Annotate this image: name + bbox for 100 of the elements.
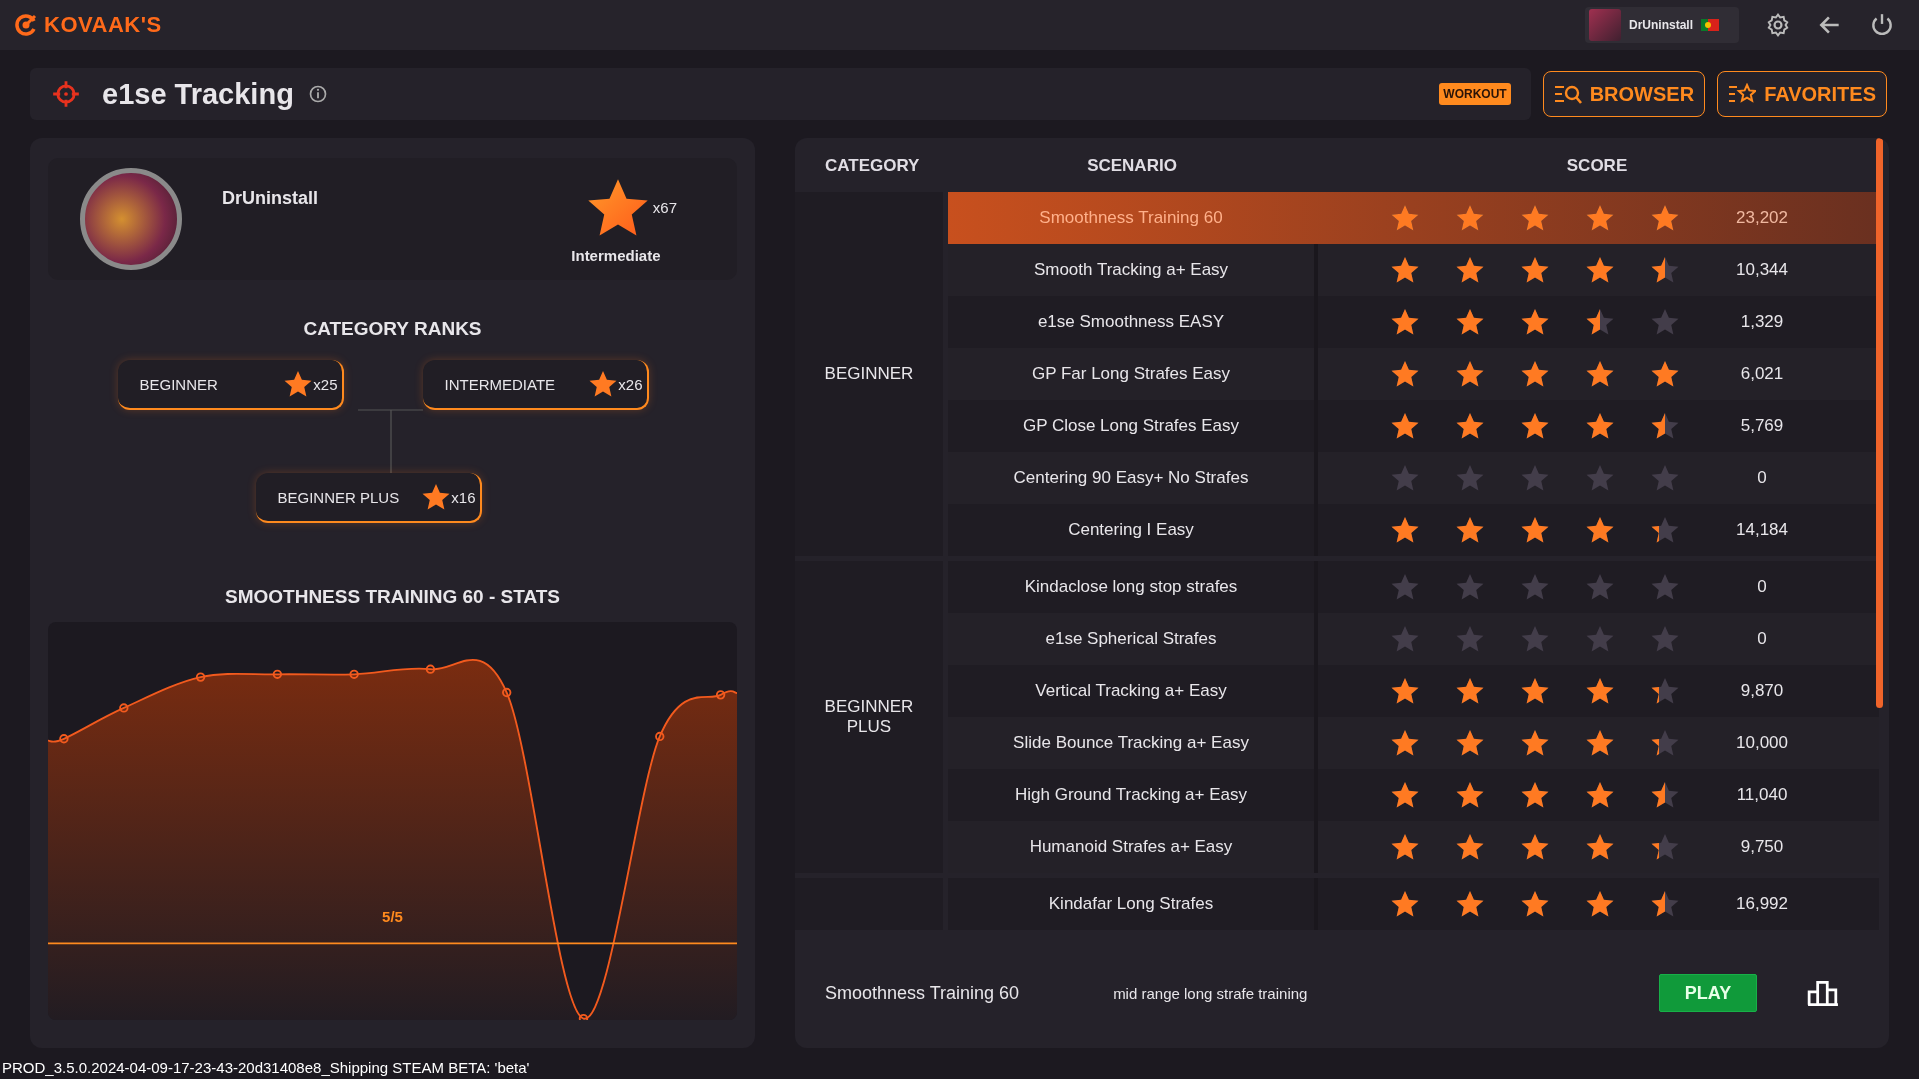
scenario-row[interactable]: GP Close Long Strafes Easy 5,769 — [948, 400, 1879, 452]
bar-chart-icon[interactable] — [1807, 979, 1839, 1007]
star-icon — [1390, 624, 1420, 654]
info-icon[interactable] — [307, 84, 328, 104]
star-icon — [1520, 307, 1550, 337]
star-icon — [1585, 515, 1615, 545]
photo-placeholder — [1589, 9, 1621, 41]
workout-badge: WORKOUT — [1439, 83, 1511, 105]
star-icon — [1390, 359, 1420, 389]
star-icon — [1520, 463, 1550, 493]
star-icon — [421, 482, 452, 512]
scrollbar[interactable] — [1876, 138, 1883, 708]
column-header: CATEGORY — [824, 156, 921, 176]
star-icon — [1585, 624, 1615, 654]
star-icon — [1455, 515, 1485, 545]
user-chip[interactable]: DrUninstall — [1585, 7, 1739, 43]
star-list-icon — [1728, 83, 1757, 105]
scenario-row[interactable]: e1se Smoothness EASY 1,329 — [948, 296, 1879, 348]
search-list-icon — [1553, 83, 1582, 105]
score-value: 16,992 — [1735, 894, 1789, 914]
star-icon — [1650, 411, 1680, 441]
scenario-row[interactable]: Centering I Easy 14,184 — [948, 504, 1879, 556]
scenario-name: Kindafar Long Strafes — [948, 878, 1318, 930]
rank-name: INTERMEDIATE — [444, 375, 557, 393]
column-header: SCORE — [1565, 156, 1629, 176]
star-icon — [1390, 780, 1420, 810]
star-icon — [1455, 624, 1485, 654]
star-icon — [1585, 832, 1615, 862]
star-icon — [1520, 255, 1550, 285]
rank-node[interactable]: BEGINNER x25 — [117, 360, 344, 410]
data-point — [715, 690, 726, 700]
star-icon — [1390, 307, 1420, 337]
favorites-button[interactable]: FAVORITES — [1717, 71, 1887, 117]
scenario-row[interactable]: Vertical Tracking a+ Easy 9,870 — [948, 665, 1879, 717]
star-icon — [1455, 728, 1485, 758]
data-point — [272, 669, 283, 679]
scenario-row[interactable]: Kindafar Long Strafes 16,992 — [948, 878, 1879, 930]
star-icon — [1585, 203, 1615, 233]
star-icon — [1390, 676, 1420, 706]
star-icon — [1455, 463, 1485, 493]
star-icon — [1585, 463, 1615, 493]
star-icon — [1650, 515, 1680, 545]
score-value: 0 — [1756, 629, 1768, 649]
data-point — [655, 731, 665, 742]
star-icon — [1585, 411, 1615, 441]
star-icon — [1455, 572, 1485, 602]
star-icon — [1455, 832, 1485, 862]
star-icon — [1455, 255, 1485, 285]
rank-node[interactable]: BEGINNER PLUS x16 — [255, 473, 482, 523]
score-value: 9,870 — [1739, 681, 1785, 701]
star-icon — [1390, 411, 1420, 441]
scenario-name: Centering I Easy — [948, 504, 1318, 556]
star-icon — [1585, 255, 1615, 285]
section-title: SMOOTHNESS TRAINING 60 - STATS — [225, 586, 560, 608]
star-icon — [1650, 780, 1680, 810]
star-icon — [1520, 832, 1550, 862]
star-icon — [1455, 307, 1485, 337]
star-icon — [1650, 463, 1680, 493]
data-point — [349, 669, 359, 679]
star-icon — [283, 369, 314, 399]
star-icon — [1585, 676, 1615, 706]
score-value: 0 — [1756, 577, 1768, 597]
rank-node[interactable]: INTERMEDIATE x26 — [422, 360, 649, 410]
star-icon — [1585, 572, 1615, 602]
star-icon — [1585, 728, 1615, 758]
player-name: DrUninstall — [222, 188, 318, 209]
data-point — [425, 664, 436, 674]
star-icon — [1650, 572, 1680, 602]
scenario-row[interactable]: High Ground Tracking a+ Easy 11,040 — [948, 769, 1879, 821]
user-name: DrUninstall — [1629, 18, 1693, 32]
star-icon — [1650, 255, 1680, 285]
score-value: 6,021 — [1739, 364, 1785, 384]
scenario-row[interactable]: Kindaclose long stop strafes 0 — [948, 561, 1879, 613]
star-icon — [1520, 889, 1550, 919]
star-icon — [588, 369, 619, 399]
flag-icon — [1701, 19, 1719, 31]
data-point — [578, 1013, 589, 1020]
star-icon — [1390, 572, 1420, 602]
data-point — [59, 734, 69, 744]
star-icon — [1390, 832, 1420, 862]
rank-name: BEGINNER PLUS — [277, 488, 401, 506]
category-name: BEGINNER — [823, 364, 915, 384]
star-icon — [1390, 203, 1420, 233]
star-icon — [1455, 203, 1485, 233]
score-value: 10,000 — [1735, 733, 1789, 753]
star-icon — [1520, 359, 1550, 389]
star-icon — [1520, 676, 1550, 706]
score-value: 5,769 — [1739, 416, 1785, 436]
scenario-name: Smoothness Training 60 — [1038, 207, 1224, 229]
power-icon[interactable] — [1869, 12, 1895, 38]
browser-button[interactable]: BROWSER — [1542, 71, 1706, 117]
rank-name: BEGINNER — [139, 375, 219, 393]
scenario-row[interactable]: Smoothness Training 60 23,202 — [948, 192, 1879, 244]
score-value: 23,202 — [1735, 208, 1789, 228]
star-icon — [1520, 203, 1550, 233]
rank-count: x26 — [618, 375, 643, 393]
star-icon — [1455, 780, 1485, 810]
star-icon — [1650, 676, 1680, 706]
score-value: 11,040 — [1735, 785, 1789, 805]
settings-icon[interactable] — [1765, 12, 1791, 38]
